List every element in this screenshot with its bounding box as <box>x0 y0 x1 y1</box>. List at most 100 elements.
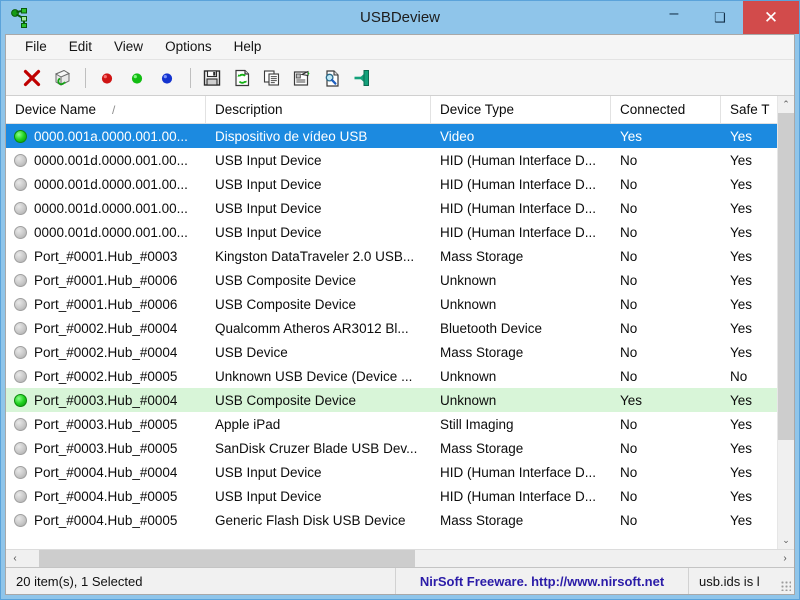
cell-connected: No <box>620 248 638 264</box>
cell-safe-to-unplug: Yes <box>730 392 753 408</box>
properties-icon[interactable] <box>288 64 316 92</box>
cell-device-name: Port_#0001.Hub_#0003 <box>6 249 206 264</box>
device-disconnected-icon <box>14 417 27 431</box>
cell-description: USB Composite Device <box>215 392 357 408</box>
cell-safe-to-unplug: Yes <box>730 512 753 528</box>
scroll-right-icon[interactable]: › <box>776 550 794 567</box>
copy-selected-items-icon[interactable] <box>258 64 286 92</box>
cell-connected: No <box>620 464 638 480</box>
table-row[interactable]: 0000.001d.0000.001.00... USB Input Device… <box>6 220 777 244</box>
vertical-scroll-thumb[interactable] <box>778 113 794 440</box>
refresh-icon[interactable] <box>228 64 256 92</box>
cell-device-name: Port_#0003.Hub_#0004 <box>6 393 206 408</box>
menu-view[interactable]: View <box>103 37 154 57</box>
cell-device-name: Port_#0002.Hub_#0005 <box>6 369 206 384</box>
device-rows: 0000.001a.0000.001.00... Dispositivo de v… <box>6 124 777 549</box>
maximize-button[interactable]: ❑ <box>697 1 743 34</box>
cell-device-name-label: 0000.001d.0000.001.00... <box>34 224 188 240</box>
vertical-scroll-track[interactable] <box>778 113 794 532</box>
disable-enable-devices-icon[interactable] <box>153 64 181 92</box>
vertical-scrollbar[interactable]: ⌃ ⌄ <box>777 96 794 549</box>
cell-device-name: 0000.001d.0000.001.00... <box>6 201 206 216</box>
cell-device-name: Port_#0001.Hub_#0006 <box>6 297 206 312</box>
table-row[interactable]: Port_#0001.Hub_#0006 USB Composite Device… <box>6 268 777 292</box>
cell-safe-to-unplug: Yes <box>730 224 753 240</box>
exit-icon[interactable] <box>348 64 376 92</box>
table-row[interactable]: Port_#0001.Hub_#0006 USB Composite Device… <box>6 292 777 316</box>
table-row[interactable]: Port_#0003.Hub_#0004 USB Composite Device… <box>6 388 777 412</box>
column-header-description[interactable]: Description <box>206 96 431 123</box>
disconnect-device-icon[interactable] <box>48 64 76 92</box>
cell-device-type: HID (Human Interface D... <box>440 176 597 192</box>
title-bar[interactable]: USBDeview – ❑ ✕ <box>1 1 799 34</box>
cell-description: USB Input Device <box>215 488 322 504</box>
cell-safe-to-unplug: Yes <box>730 488 753 504</box>
cell-device-name-label: Port_#0004.Hub_#0005 <box>34 488 178 504</box>
cell-safe-to-unplug: No <box>730 368 748 384</box>
client-area: File Edit View Options Help Device Name … <box>5 34 795 595</box>
device-disconnected-icon <box>14 273 27 287</box>
table-row[interactable]: 0000.001a.0000.001.00... Dispositivo de v… <box>6 124 777 148</box>
device-disconnected-icon <box>14 297 27 311</box>
cell-description: USB Input Device <box>215 200 322 216</box>
status-nirsoft-link[interactable]: NirSoft Freeware. http://www.nirsoft.net <box>396 568 689 594</box>
status-usbids-label: usb.ids is l <box>699 573 760 589</box>
table-row[interactable]: Port_#0004.Hub_#0005 USB Input Device HID … <box>6 484 777 508</box>
cell-safe-to-unplug: Yes <box>730 464 753 480</box>
status-item-count: 20 item(s), 1 Selected <box>6 568 396 594</box>
cell-connected: No <box>620 512 638 528</box>
column-header-safe-to-unplug[interactable]: Safe T <box>721 96 770 123</box>
scroll-left-icon[interactable]: ‹ <box>6 550 24 567</box>
save-selected-items-icon[interactable] <box>198 64 226 92</box>
cell-connected: No <box>620 344 638 360</box>
cell-description: Qualcomm Atheros AR3012 Bl... <box>215 320 409 336</box>
uninstall-selected-devices-icon[interactable] <box>18 64 46 92</box>
cell-device-type: Mass Storage <box>440 344 524 360</box>
column-header-device-type[interactable]: Device Type <box>431 96 611 123</box>
cell-device-name: Port_#0001.Hub_#0006 <box>6 273 206 288</box>
table-row[interactable]: 0000.001d.0000.001.00... USB Input Device… <box>6 196 777 220</box>
cell-device-name-label: Port_#0001.Hub_#0006 <box>34 272 178 288</box>
cell-description: USB Input Device <box>215 176 322 192</box>
horizontal-scroll-thumb[interactable] <box>39 550 416 567</box>
table-row[interactable]: Port_#0001.Hub_#0003 Kingston DataTravele… <box>6 244 777 268</box>
menu-file[interactable]: File <box>14 37 58 57</box>
cell-description: Apple iPad <box>215 416 281 432</box>
table-row[interactable]: Port_#0004.Hub_#0004 USB Input Device HID … <box>6 460 777 484</box>
table-row[interactable]: Port_#0002.Hub_#0004 Qualcomm Atheros AR3… <box>6 316 777 340</box>
column-header-connected[interactable]: Connected <box>611 96 721 123</box>
resize-grip-icon[interactable] <box>781 581 791 591</box>
scroll-up-icon[interactable]: ⌃ <box>778 96 794 113</box>
cell-device-name: Port_#0004.Hub_#0005 <box>6 489 206 504</box>
toolbar <box>6 60 794 96</box>
table-row[interactable]: Port_#0002.Hub_#0004 USB Device Mass Stora… <box>6 340 777 364</box>
horizontal-scroll-track[interactable] <box>24 550 776 567</box>
cell-safe-to-unplug: Yes <box>730 272 753 288</box>
table-row[interactable]: Port_#0003.Hub_#0005 Apple iPad Still Imag… <box>6 412 777 436</box>
column-headers: Device Name / Description Device Type Co… <box>6 96 777 124</box>
column-header-device-name[interactable]: Device Name / <box>6 96 206 123</box>
menu-edit[interactable]: Edit <box>58 37 103 57</box>
disable-selected-devices-icon[interactable] <box>93 64 121 92</box>
scroll-down-icon[interactable]: ⌄ <box>778 532 794 549</box>
cell-device-name: Port_#0004.Hub_#0005 <box>6 513 206 528</box>
close-button[interactable]: ✕ <box>743 1 799 34</box>
cell-device-name-label: Port_#0004.Hub_#0005 <box>34 512 178 528</box>
table-row[interactable]: Port_#0004.Hub_#0005 Generic Flash Disk U… <box>6 508 777 532</box>
enable-selected-devices-icon[interactable] <box>123 64 151 92</box>
device-connected-icon <box>14 393 27 407</box>
menu-help[interactable]: Help <box>223 37 273 57</box>
column-header-device-name-label: Device Name <box>15 102 97 117</box>
cell-device-name-label: 0000.001d.0000.001.00... <box>34 152 188 168</box>
status-bar: 20 item(s), 1 Selected NirSoft Freeware.… <box>6 567 794 594</box>
menu-options[interactable]: Options <box>154 37 223 57</box>
table-row[interactable]: Port_#0003.Hub_#0005 SanDisk Cruzer Blade… <box>6 436 777 460</box>
cell-device-name: Port_#0002.Hub_#0004 <box>6 345 206 360</box>
table-row[interactable]: 0000.001d.0000.001.00... USB Input Device… <box>6 148 777 172</box>
device-disconnected-icon <box>14 465 27 479</box>
html-report-selected-items-icon[interactable] <box>318 64 346 92</box>
horizontal-scrollbar[interactable]: ‹ › <box>6 549 794 567</box>
minimize-button[interactable]: – <box>651 1 697 34</box>
table-row[interactable]: Port_#0002.Hub_#0005 Unknown USB Device (… <box>6 364 777 388</box>
table-row[interactable]: 0000.001d.0000.001.00... USB Input Device… <box>6 172 777 196</box>
